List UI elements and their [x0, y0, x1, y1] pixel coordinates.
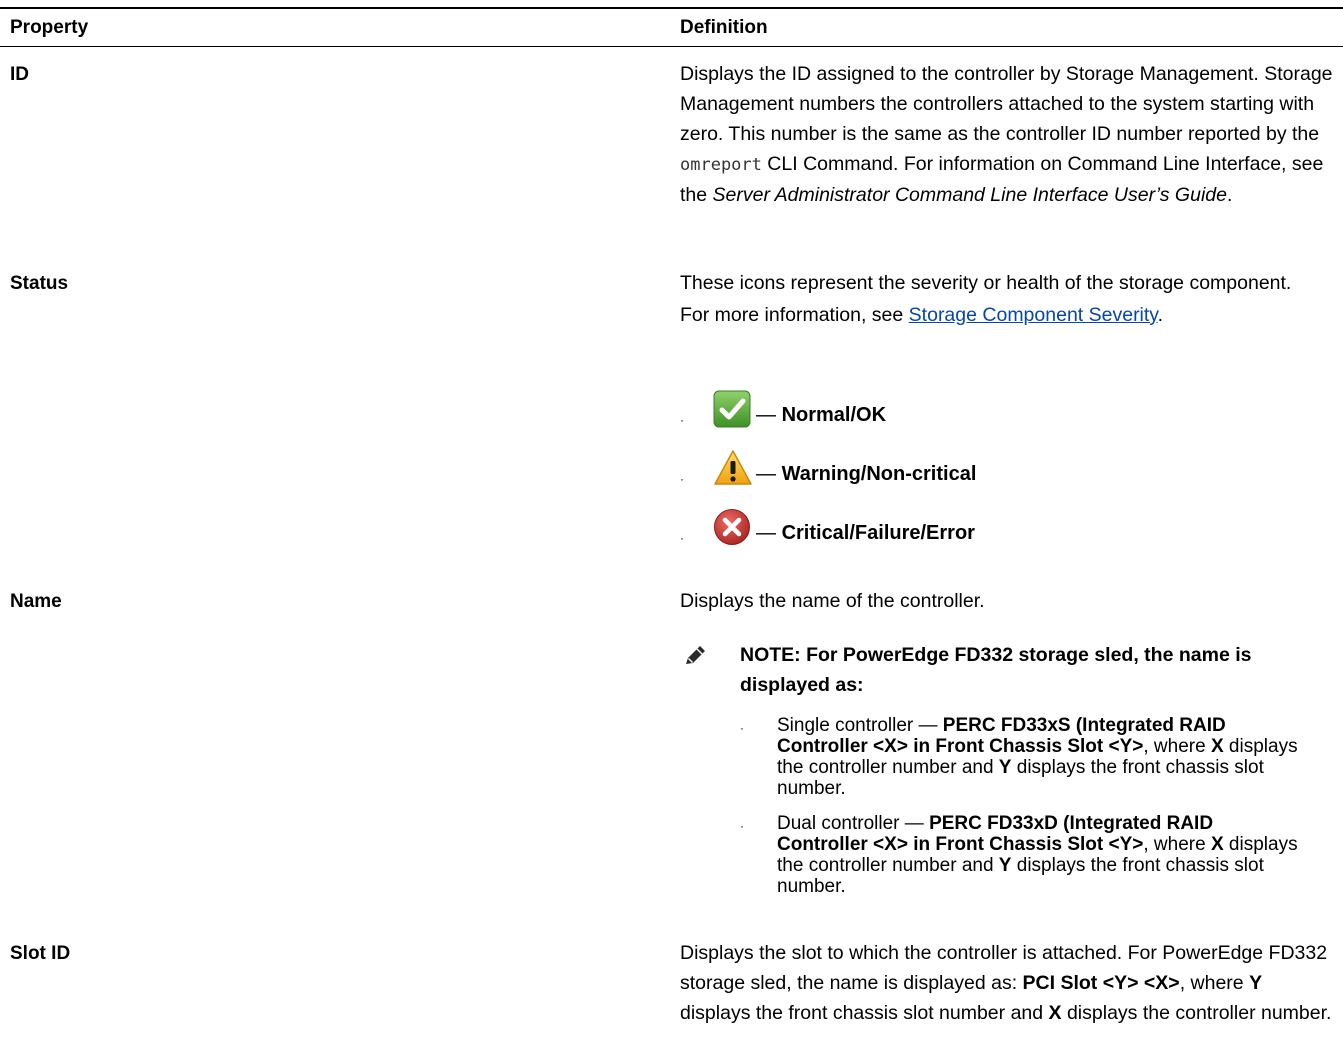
warning-icon — [714, 450, 752, 485]
table-top-rule — [0, 7, 1343, 9]
guide-title: Server Administrator Command Line Interf… — [712, 184, 1227, 206]
bullet: · — [680, 413, 684, 427]
property-id: ID — [10, 64, 29, 85]
status-label-critical: Critical/Failure/Error — [781, 522, 975, 544]
list-item: · — Normal/OK — [680, 390, 1280, 449]
header-definition: Definition — [680, 17, 768, 38]
definition-slot-id: Displays the slot to which the controlle… — [680, 942, 1332, 1024]
definition-name: Displays the name of the controller. — [680, 590, 985, 612]
property-status: Status — [10, 273, 69, 294]
list-item: · Dual controller — PERC FD33xD (Integra… — [740, 813, 1298, 897]
definition-id: Displays the ID assigned to the controll… — [680, 63, 1333, 206]
list-item: · — Critical/Failure/Error — [680, 508, 1280, 567]
property-name: Name — [10, 591, 62, 612]
status-icon-list: · — Normal/OK · — Warning/Non-critical ·… — [680, 390, 1280, 567]
status-label-warning: Warning/Non-critical — [781, 463, 977, 485]
bullet: · — [740, 819, 744, 833]
status-label-normal: Normal/OK — [781, 404, 887, 426]
bullet: · — [680, 472, 684, 486]
bullet: · — [680, 531, 684, 545]
property-slot-id: Slot ID — [10, 943, 71, 964]
check-icon — [713, 390, 751, 428]
definition-status: These icons represent the severity or he… — [680, 272, 1292, 326]
list-item: · Single controller — PERC FD33xS (Integ… — [740, 715, 1298, 799]
note-pencil-icon — [686, 646, 705, 664]
list-item: · — Warning/Non-critical — [680, 449, 1280, 508]
bullet: · — [740, 721, 744, 735]
storage-component-severity-link[interactable]: Storage Component Severity — [909, 304, 1158, 326]
error-icon — [714, 509, 750, 545]
controller-name-list: · Single controller — PERC FD33xS (Integ… — [740, 715, 1300, 911]
omreport-code: omreport — [680, 155, 762, 175]
note-text: NOTE: For PowerEdge FD332 storage sled, … — [740, 644, 1252, 696]
header-rule — [0, 46, 1343, 47]
header-property: Property — [10, 17, 89, 38]
